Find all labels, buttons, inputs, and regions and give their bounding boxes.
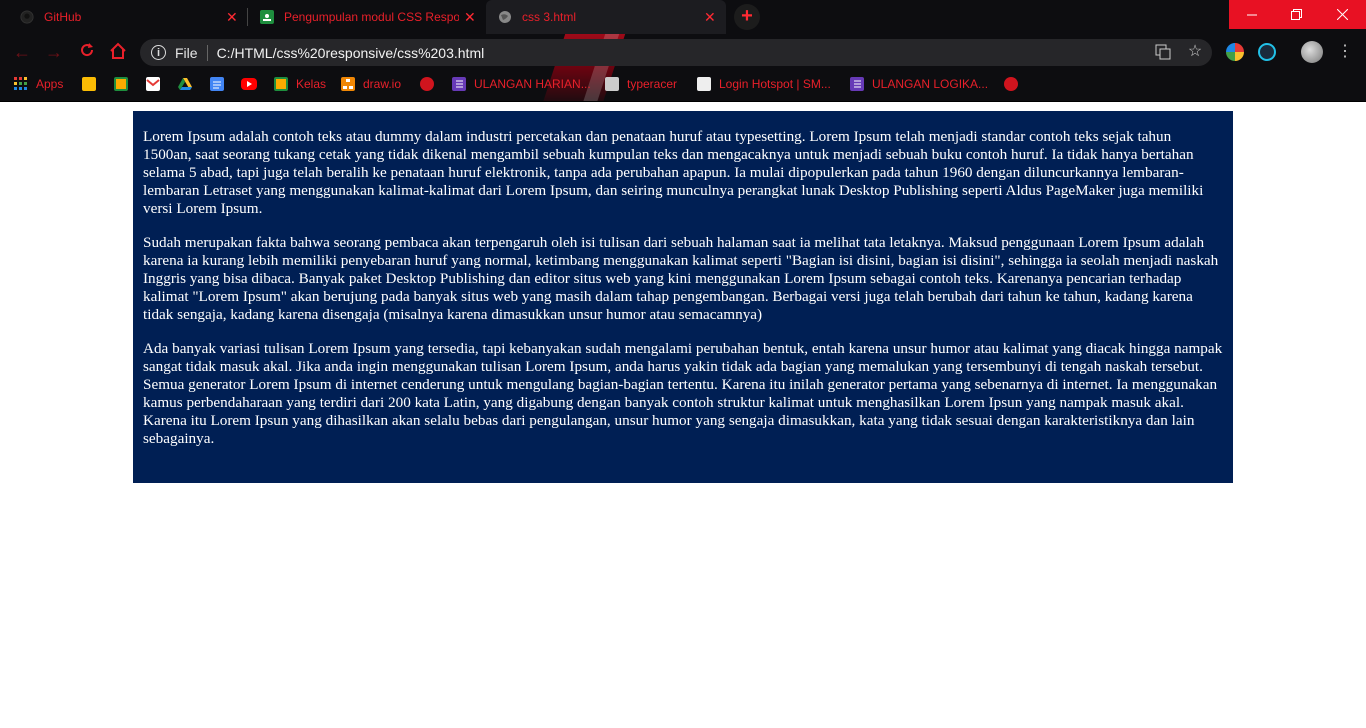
globe-icon xyxy=(498,10,512,24)
arduino-extension-icon[interactable] xyxy=(1258,43,1276,61)
close-tab-icon[interactable]: ✕ xyxy=(464,9,476,26)
minimize-button[interactable] xyxy=(1229,0,1274,29)
bookmark-gmail[interactable] xyxy=(146,75,160,93)
bookmark-typeracer[interactable]: typeracer xyxy=(605,75,677,93)
google-forms-icon xyxy=(452,77,466,91)
tab-strip: GitHub ✕ Pengumpulan modul CSS Respon ✕ … xyxy=(0,0,1230,34)
chrome-divider xyxy=(0,101,1366,102)
bookmark-globe[interactable] xyxy=(420,75,434,93)
tab-github[interactable]: GitHub ✕ xyxy=(8,0,244,34)
bookmark-label: ULANGAN HARIAN... xyxy=(474,77,591,91)
drawio-icon xyxy=(341,77,355,91)
content-box: Lorem Ipsum adalah contoh teks atau dumm… xyxy=(133,111,1233,483)
bookmark-classroom[interactable] xyxy=(114,75,128,93)
reload-button[interactable] xyxy=(77,42,97,62)
close-tab-icon[interactable]: ✕ xyxy=(226,9,238,26)
paragraph: Lorem Ipsum adalah contoh teks atau dumm… xyxy=(143,128,1204,217)
bookmark-keep[interactable] xyxy=(82,75,96,93)
bookmark-globe[interactable] xyxy=(1004,75,1018,93)
bookmark-drawio[interactable]: draw.io xyxy=(341,75,401,93)
back-button[interactable]: ← xyxy=(12,42,32,62)
restore-button[interactable] xyxy=(1274,0,1319,29)
extension-colorful-icon[interactable] xyxy=(1226,43,1244,61)
globe-icon xyxy=(420,77,434,91)
address-divider xyxy=(206,44,208,61)
bookmark-label: Login Hotspot | SM... xyxy=(719,77,831,91)
url-text[interactable]: C:/HTML/css%20responsive/css%203.html xyxy=(217,45,485,61)
hotspot-icon xyxy=(697,77,711,91)
bookmark-label: Apps xyxy=(36,77,64,91)
browser-chrome: GitHub ✕ Pengumpulan modul CSS Respon ✕ … xyxy=(0,0,1366,102)
paragraph: Sudah merupakan fakta bahwa seorang pemb… xyxy=(143,234,1219,323)
github-icon xyxy=(20,10,34,24)
bookmark-docs[interactable] xyxy=(210,75,224,93)
home-button[interactable] xyxy=(108,42,128,62)
new-tab-button[interactable]: + xyxy=(734,4,760,30)
bookmark-apps[interactable]: Apps xyxy=(14,75,63,93)
close-window-button[interactable] xyxy=(1319,0,1366,29)
bookmark-label: typeracer xyxy=(627,77,678,91)
google-classroom-icon xyxy=(260,10,274,24)
google-keep-icon xyxy=(82,77,96,91)
gmail-icon xyxy=(146,77,160,91)
bookmark-drive[interactable] xyxy=(178,75,192,93)
bookmark-hotspot[interactable]: Login Hotspot | SM... xyxy=(697,75,831,93)
paragraph: Ada banyak variasi tulisan Lorem Ipsum y… xyxy=(143,340,1223,447)
tab-title: GitHub xyxy=(44,10,82,24)
close-tab-icon[interactable]: ✕ xyxy=(704,9,716,26)
youtube-icon xyxy=(241,78,257,90)
tab-css3[interactable]: css 3.html ✕ xyxy=(486,0,726,34)
google-forms-icon xyxy=(850,77,864,91)
tab-title: Pengumpulan modul CSS Respon xyxy=(284,10,459,24)
bookmark-ulangan-logika[interactable]: ULANGAN LOGIKA... xyxy=(850,75,988,93)
avatar[interactable] xyxy=(1301,41,1323,63)
url-scheme: File xyxy=(175,44,198,61)
bookmark-label: ULANGAN LOGIKA... xyxy=(872,77,989,91)
bookmark-kelas[interactable]: Kelas xyxy=(274,75,326,93)
tab-classroom[interactable]: Pengumpulan modul CSS Respon ✕ xyxy=(248,0,486,34)
google-docs-icon xyxy=(210,77,224,91)
apps-grid-icon xyxy=(14,77,28,91)
typeracer-icon xyxy=(605,77,619,91)
google-classroom-icon xyxy=(114,77,128,91)
bookmark-label: draw.io xyxy=(363,77,402,91)
translate-icon[interactable] xyxy=(1155,44,1171,60)
google-classroom-icon xyxy=(274,77,288,91)
address-bar[interactable]: i File C:/HTML/css%20responsive/css%203.… xyxy=(140,39,1212,66)
globe-icon xyxy=(1004,77,1018,91)
google-drive-icon xyxy=(178,77,192,91)
forward-button[interactable]: → xyxy=(44,42,64,62)
bookmark-youtube[interactable] xyxy=(241,75,257,93)
star-icon[interactable]: ☆ xyxy=(1187,44,1203,60)
menu-kebab-icon[interactable]: ⋮ xyxy=(1337,44,1353,60)
tab-title: css 3.html xyxy=(522,10,577,24)
site-info-icon[interactable]: i xyxy=(151,45,166,60)
bookmark-ulangan-harian[interactable]: ULANGAN HARIAN... xyxy=(452,75,591,93)
bookmark-label: Kelas xyxy=(296,77,327,91)
